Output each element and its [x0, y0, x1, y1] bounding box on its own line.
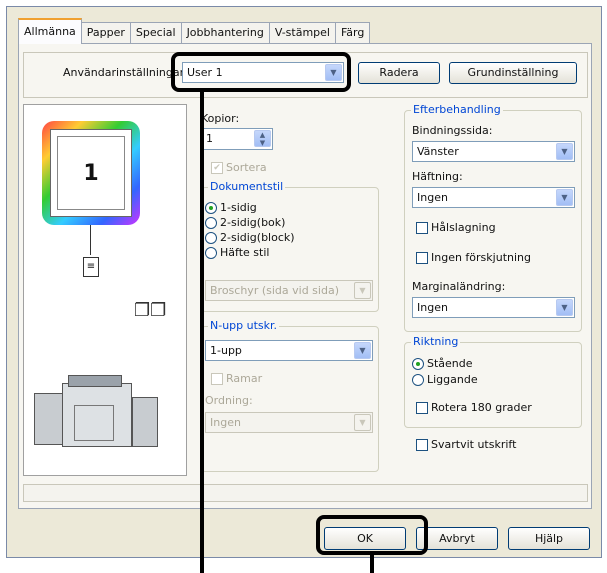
tab-color[interactable]: Färg [334, 22, 371, 44]
checkbox-icon [211, 373, 223, 385]
staple-value: Ingen [417, 191, 448, 204]
bw-print-checkbox[interactable]: Svartvit utskrift [416, 438, 516, 451]
preview-page-number: 1 [57, 136, 125, 210]
margin-shift-label: Marginaländring: [412, 280, 506, 293]
delete-button[interactable]: Radera [358, 62, 440, 84]
border-checkbox[interactable]: Ramar [211, 372, 262, 385]
user-settings-label: Användarinställningar [63, 66, 185, 79]
radio-icon [412, 374, 424, 386]
tab-general[interactable]: Allmänna [18, 18, 82, 44]
orientation-title: Riktning [411, 335, 461, 348]
cancel-button[interactable]: Avbryt [416, 527, 498, 550]
status-strip [23, 484, 588, 502]
rotate-180-label: Rotera 180 grader [431, 401, 532, 414]
no-offset-label: Ingen förskjutning [431, 251, 531, 264]
finishing-title: Efterbehandling [411, 103, 503, 116]
chevron-down-icon[interactable]: ▼ [354, 282, 371, 299]
tab-job-handling[interactable]: Jobbhantering [180, 22, 270, 44]
radio-one-sided[interactable]: 1-sidig [205, 201, 257, 214]
checkmark-icon: ✔ [211, 162, 223, 174]
stacked-pages-icon: ❐❐ [134, 300, 167, 321]
preview-panel: 1 ≡ ❐❐ [23, 104, 187, 476]
defaults-button[interactable]: Grundinställning [449, 62, 577, 84]
chevron-down-icon[interactable]: ▼ [556, 299, 573, 316]
document-style-title: Dokumentstil [208, 180, 286, 193]
radio-two-sided-book[interactable]: 2-sidig(bok) [205, 216, 285, 229]
rotate-180-checkbox[interactable]: Rotera 180 grader [416, 401, 532, 414]
spinner-arrows-icon[interactable]: ▲ ▼ [254, 130, 271, 147]
tab-special[interactable]: Special [129, 22, 182, 44]
n-up-select[interactable]: 1-upp ▼ [205, 340, 373, 361]
radio-selected-icon [205, 202, 217, 214]
binding-edge-value: Vänster [417, 145, 459, 158]
punch-label: Hålslagning [431, 221, 496, 234]
tab-watermark[interactable]: V-stämpel [268, 22, 336, 44]
order-select[interactable]: Ingen ▼ [205, 412, 373, 433]
ok-callout-line [370, 553, 374, 573]
chevron-down-icon[interactable]: ▼ [556, 189, 573, 206]
radio-icon [205, 217, 217, 229]
chevron-down-icon[interactable]: ▼ [354, 342, 371, 359]
n-up-title: N-upp utskr. [208, 319, 280, 332]
chevron-down-icon[interactable]: ▼ [556, 143, 573, 160]
order-value: Ingen [210, 416, 241, 429]
radio-booklet[interactable]: Häfte stil [205, 246, 269, 259]
bw-print-label: Svartvit utskrift [431, 438, 517, 451]
radio-two-sided-tablet[interactable]: 2-sidig(block) [205, 231, 295, 244]
user-settings-callout-frame [171, 52, 351, 92]
connector-line [90, 225, 91, 255]
collate-label: Sortera [226, 161, 267, 174]
document-icon: ≡ [83, 257, 99, 277]
radio-landscape[interactable]: Liggande [412, 373, 478, 386]
copies-label: Kopior: [201, 112, 240, 125]
checkbox-icon [416, 402, 428, 414]
collate-checkbox[interactable]: ✔ Sortera [211, 161, 267, 174]
checkbox-icon [416, 252, 428, 264]
booklet-layout-value: Broschyr (sida vid sida) [210, 284, 339, 297]
user-settings-callout-line [200, 90, 204, 573]
help-button[interactable]: Hjälp [508, 527, 590, 550]
binding-edge-label: Bindningssida: [412, 124, 493, 137]
general-tab-panel: Användarinställningar User 1 ▼ Radera Gr… [18, 43, 592, 509]
radio-icon [205, 247, 217, 259]
tab-paper[interactable]: Papper [80, 22, 131, 44]
printer-device-icon [34, 375, 162, 453]
punch-checkbox[interactable]: Hålslagning [416, 221, 496, 234]
booklet-layout-select[interactable]: Broschyr (sida vid sida) ▼ [205, 280, 373, 301]
border-label: Ramar [226, 372, 263, 385]
margin-shift-select[interactable]: Ingen ▼ [412, 297, 575, 318]
copies-spinner[interactable]: 1 ▲ ▼ [201, 128, 273, 150]
margin-shift-value: Ingen [417, 301, 448, 314]
color-page-icon: 1 [42, 121, 140, 225]
no-offset-checkbox[interactable]: Ingen förskjutning [416, 251, 531, 264]
checkbox-icon [416, 222, 428, 234]
copies-value: 1 [206, 132, 213, 145]
chevron-down-icon[interactable]: ▼ [354, 414, 371, 431]
radio-icon [205, 232, 217, 244]
checkbox-icon [416, 439, 428, 451]
n-up-value: 1-upp [210, 344, 242, 357]
radio-portrait[interactable]: Stående [412, 357, 473, 370]
ok-callout-frame [316, 515, 428, 555]
binding-edge-select[interactable]: Vänster ▼ [412, 141, 575, 162]
staple-select[interactable]: Ingen ▼ [412, 187, 575, 208]
staple-label: Häftning: [412, 170, 463, 183]
radio-selected-icon [412, 358, 424, 370]
tab-strip: Allmänna Papper Special Jobbhantering V-… [18, 18, 371, 44]
order-label: Ordning: [205, 394, 253, 407]
